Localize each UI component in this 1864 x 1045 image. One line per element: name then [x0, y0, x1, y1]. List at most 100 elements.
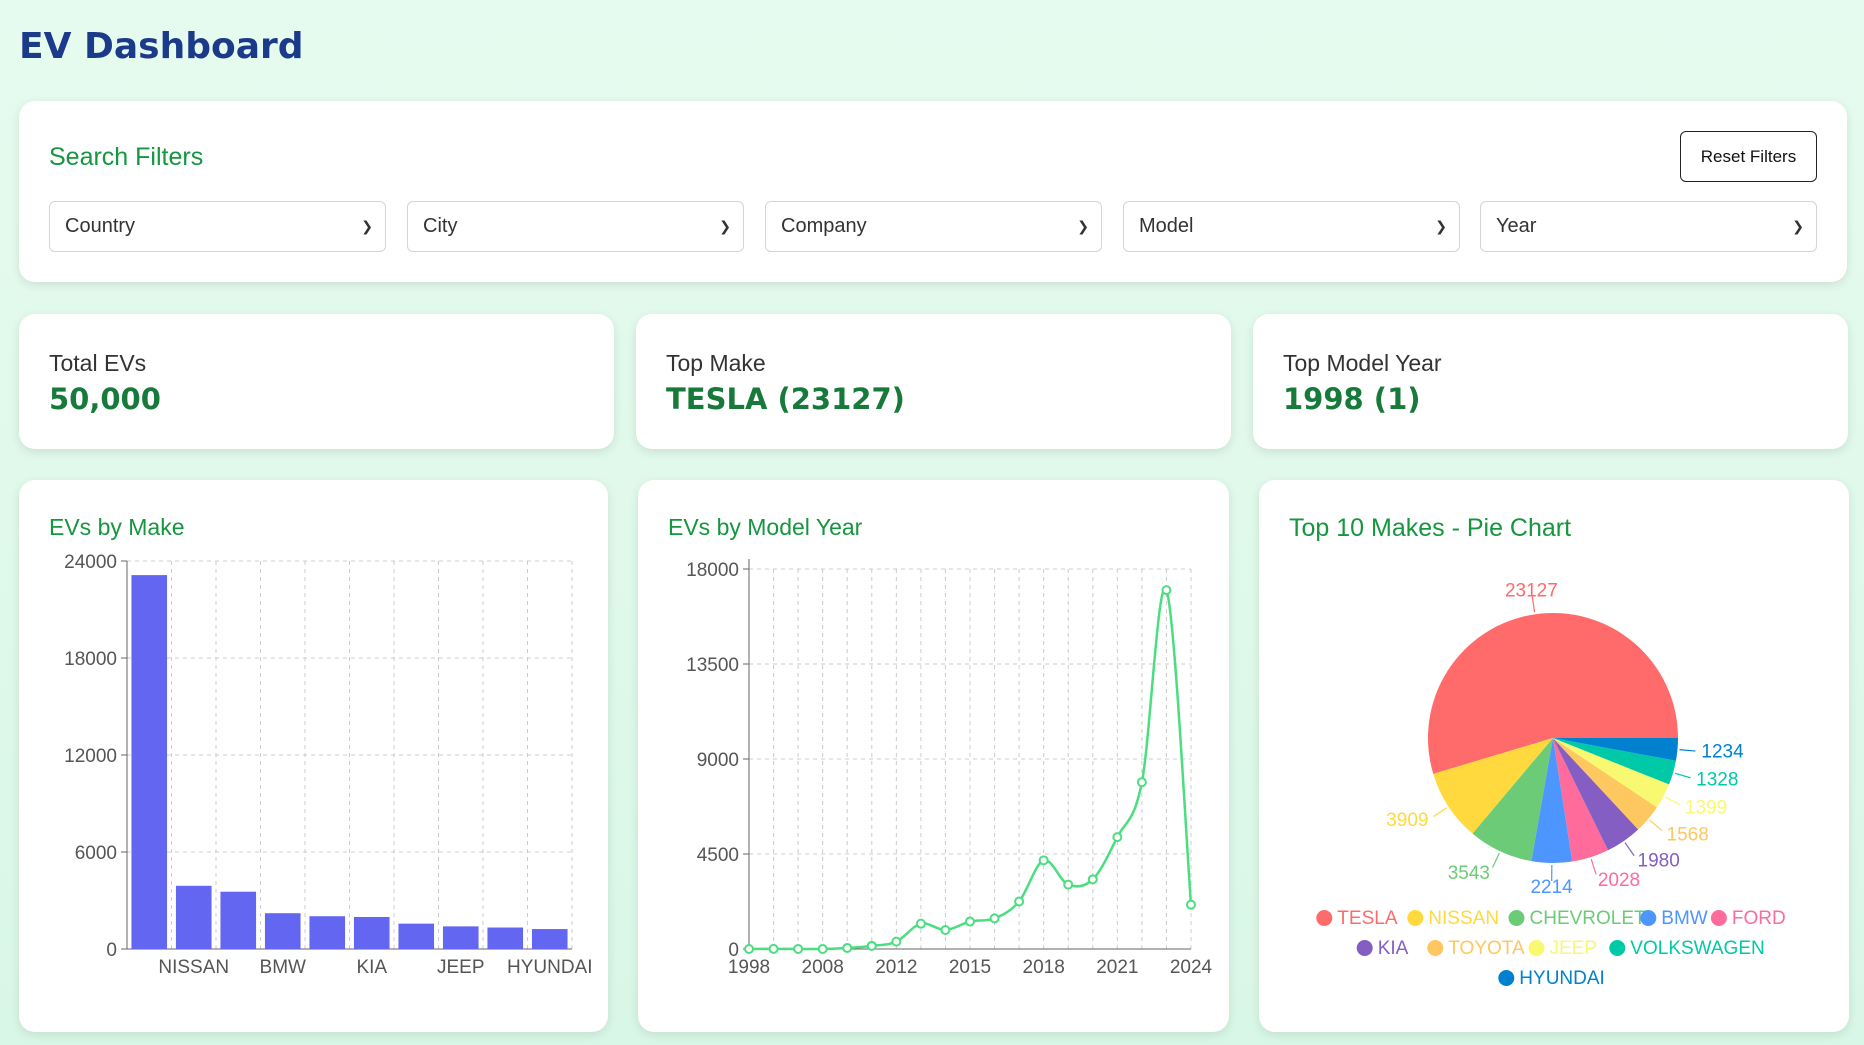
y-tick-label: 18000: [686, 560, 739, 581]
data-point: [744, 943, 754, 954]
reset-filters-button[interactable]: Reset Filters: [1680, 131, 1817, 182]
label-leader: [1649, 819, 1663, 832]
search-filters-panel: Search Filters Reset Filters Country ❯ C…: [19, 101, 1847, 282]
y-tick-label: 12000: [64, 746, 117, 767]
slice-value-label: 23127: [1505, 581, 1558, 602]
stat-value: TESLA (23127): [666, 382, 905, 416]
chevron-down-icon: ❯: [361, 218, 373, 234]
data-point: [793, 943, 804, 954]
slice-value-label: 1234: [1701, 742, 1744, 763]
data-point: [866, 940, 877, 951]
data-point: [1112, 832, 1123, 843]
city-select[interactable]: City ❯: [407, 201, 744, 252]
x-tick-label: 2015: [949, 957, 991, 978]
data-point: [1087, 874, 1098, 885]
pie-chart-card: Top 10 Makes - Pie Chart 23127 3909 3543 22…: [1259, 480, 1849, 1032]
legend-label: NISSAN: [1428, 908, 1499, 929]
country-select-label: Country: [65, 215, 136, 237]
bar: [175, 885, 212, 949]
data-point: [1063, 879, 1074, 890]
stat-label: Top Make: [666, 350, 766, 376]
legend-label: HYUNDAI: [1519, 968, 1605, 989]
y-tick-label: 18000: [64, 649, 117, 670]
slice-value-label: 1568: [1667, 824, 1709, 845]
legend-label: FORD: [1732, 908, 1786, 929]
data-point: [1161, 585, 1172, 596]
label-leader: [1433, 807, 1448, 818]
legend-swatch: [1710, 910, 1727, 926]
model-select-label: Model: [1139, 215, 1194, 237]
data-point: [1038, 855, 1049, 866]
bar: [309, 916, 346, 949]
slice-value-label: 2028: [1598, 870, 1640, 891]
data-point: [1014, 896, 1025, 907]
company-select[interactable]: Company ❯: [765, 201, 1102, 252]
model-select[interactable]: Model ❯: [1123, 201, 1460, 252]
stat-card-top-make: Top Make TESLA (23127): [636, 314, 1231, 449]
y-tick-label: 24000: [64, 552, 117, 573]
x-tick-label: 2018: [1023, 957, 1065, 978]
bar: [131, 575, 168, 949]
legend-label: TESLA: [1337, 908, 1398, 929]
x-tick-label: NISSAN: [158, 957, 229, 978]
legend-label: VOLKSWAGEN: [1630, 938, 1764, 959]
data-point: [768, 943, 779, 954]
legend-swatch: [1640, 910, 1657, 926]
slice-value-label: 1980: [1638, 851, 1680, 872]
bar: [487, 927, 524, 949]
slice-value-label: 2214: [1530, 877, 1573, 898]
legend-swatch: [1528, 940, 1545, 956]
filters-title: Search Filters: [49, 143, 204, 171]
legend-label: TOYOTA: [1448, 938, 1525, 959]
bar-chart: 0 6000 12000 18000 24000 NISSAN BMW KIA JEEP HYUN…: [64, 552, 592, 978]
label-leader: [1492, 852, 1500, 868]
label-leader: [1679, 749, 1696, 752]
data-point: [1136, 777, 1147, 788]
x-tick-label: JEEP: [437, 957, 485, 978]
legend-label: KIA: [1378, 938, 1409, 959]
x-tick-label: 2012: [875, 957, 917, 978]
bar-chart-card: EVs by Make 0 6000 12000 18000 24000 NISSAN BM…: [19, 480, 608, 1032]
bar: [264, 913, 301, 949]
legend-swatch: [1508, 910, 1525, 926]
chevron-down-icon: ❯: [1435, 218, 1447, 234]
bar: [353, 916, 390, 949]
y-tick-label: 4500: [697, 845, 739, 866]
data-point: [1186, 899, 1196, 910]
stat-value: 1998 (1): [1283, 382, 1421, 416]
slice-value-label: 3909: [1386, 810, 1428, 831]
data-point: [989, 913, 1000, 924]
legend-swatch: [1609, 940, 1626, 956]
label-leader: [1590, 858, 1597, 875]
x-tick-label: 2021: [1096, 957, 1138, 978]
data-point: [891, 936, 902, 947]
bar: [220, 891, 257, 949]
data-point: [842, 942, 853, 953]
legend-swatch: [1498, 970, 1515, 986]
slice-value-label: 3543: [1448, 863, 1490, 884]
y-tick-label: 6000: [75, 843, 117, 864]
legend-swatch: [1427, 940, 1444, 956]
data-point: [940, 925, 951, 935]
country-select[interactable]: Country ❯: [49, 201, 386, 252]
x-tick-label: KIA: [356, 957, 387, 978]
bar: [398, 923, 435, 949]
chevron-down-icon: ❯: [719, 218, 731, 234]
legend-label: CHEVROLET: [1530, 908, 1647, 929]
data-point: [915, 918, 926, 929]
y-tick-label: 0: [106, 940, 117, 961]
slice-value-label: 1328: [1696, 769, 1738, 790]
chevron-down-icon: ❯: [1077, 218, 1089, 234]
line-chart: 04500900013500180001998 2008 2012 2015 2018 2…: [686, 559, 1213, 978]
bar: [531, 929, 568, 949]
stat-label: Top Model Year: [1283, 350, 1442, 376]
bar: [442, 926, 479, 949]
legend-swatch: [1316, 910, 1333, 926]
legend-label: BMW: [1661, 908, 1708, 929]
x-tick-label: BMW: [260, 957, 307, 978]
year-select[interactable]: Year ❯: [1480, 201, 1817, 252]
line-chart-card: EVs by Model Year 0 4500 9000 13500 18000 199…: [638, 480, 1229, 1032]
y-tick-label: 13500: [686, 655, 739, 676]
x-tick-label: 2008: [802, 957, 844, 978]
y-tick-label: 9000: [697, 750, 739, 771]
